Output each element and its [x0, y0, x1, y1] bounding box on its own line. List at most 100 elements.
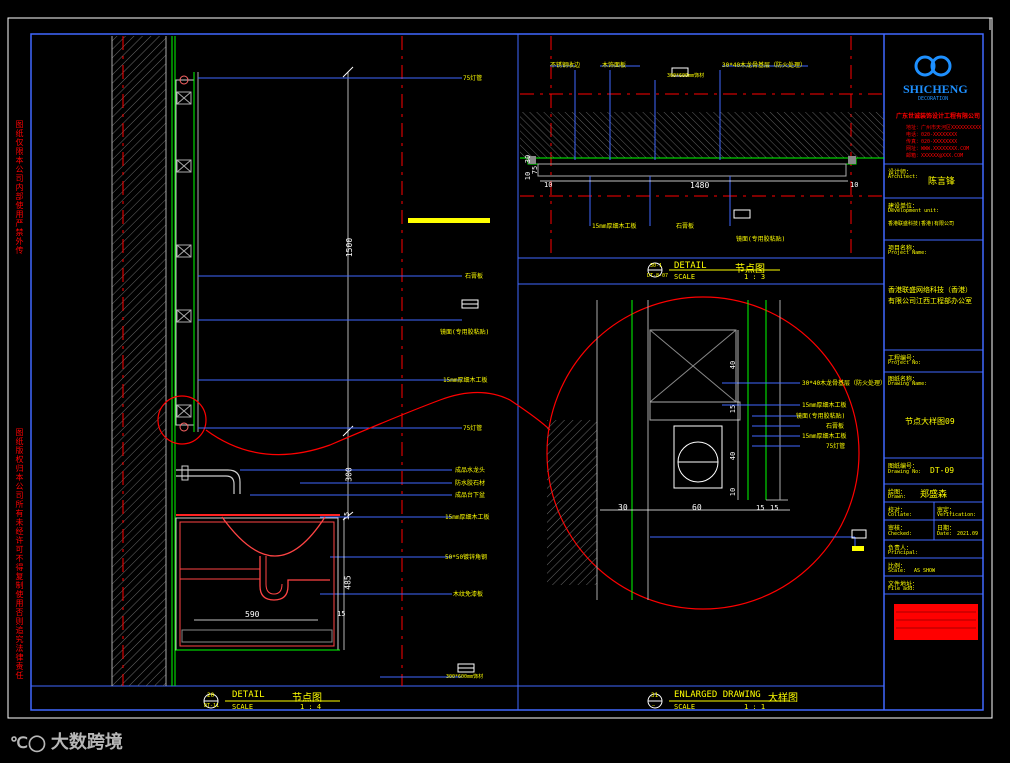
label-mirror: 镜面(专用胶粘贴) [440, 329, 490, 336]
label-plywood-top: 15mm厚细木工板 [592, 223, 637, 230]
detail-left-title-cn: 节点图 [292, 693, 322, 704]
margin-note-bottom: 图纸版权归本公司所有未经许可不得复制使用否则追究法律责任 [15, 428, 24, 680]
enlarged-scale-label: SCALE [674, 703, 696, 711]
dim-300: 300 [344, 467, 354, 482]
detail-top-scale-label: SCALE [674, 273, 696, 281]
detail-left-scale-label: SCALE [232, 703, 254, 711]
detail-top-sheet: DT-8-07 [647, 273, 669, 279]
project-name-label-en: Project Name: [888, 250, 928, 256]
label-enl-keel: 30*40木龙骨基层（防火处理） [802, 380, 887, 387]
label-gypsum-top: 石膏板 [676, 223, 695, 230]
detail-left-scale-value: 1 : 4 [300, 703, 322, 711]
dim-15: 15 [343, 511, 352, 521]
address-line-5: 邮箱：XXXXXX@XXX.COM [906, 153, 964, 159]
label-enl-plywood-2: 15mm厚细木工板 [802, 433, 847, 440]
dim-30: 30 [524, 154, 533, 164]
project-no-label-en: Project No: [888, 360, 922, 366]
dev-unit-label-en: Development unit: [888, 208, 940, 214]
drawing-name-value: 节点大样图09 [905, 417, 955, 426]
label-tag-top: 300*600mm饰材 [667, 73, 705, 79]
dim-enl-30: 30 [618, 503, 628, 512]
dim-15b: 15 [337, 610, 346, 618]
label-lamp-top: 75灯管 [463, 75, 483, 82]
enlarged-sheet: — [652, 703, 656, 709]
dim-enl-10: 10 [729, 487, 738, 497]
dim-485: 485 [343, 575, 353, 590]
label-steel-edge: 不锈钢收边 [550, 62, 581, 69]
red-stamp-block [894, 604, 978, 640]
callout-connector [205, 391, 551, 456]
label-tag-300x600: 300*600mm饰材 [446, 674, 484, 680]
collate-label-en: Collate: [888, 512, 913, 518]
dim-590: 590 [245, 610, 260, 619]
margin-note-top: 图纸仅限本公司内部使用严禁外传 [15, 120, 24, 255]
enlarged-title-en: ENLARGED DRAWING [674, 690, 761, 700]
detail-top-scale-value: 1 : 3 [744, 273, 766, 281]
drawn-label-en: Drawn: [888, 494, 907, 500]
address-line-4: 网址：WWW.XXXXXXXX.COM [906, 146, 970, 152]
label-wood-board: 木纹免漆板 [453, 591, 484, 598]
drawing-no-value: DT-09 [930, 466, 955, 475]
dim-enl-40b: 40 [729, 451, 738, 461]
label-plywood-2: 15mm厚细木工板 [445, 514, 490, 521]
verify-label-en: Verification: [937, 512, 977, 518]
cad-drawing-viewport: 图纸仅限本公司内部使用严禁外传 图纸版权归本公司所有未经许可不得复制使用否则追究… [0, 0, 1010, 759]
dim-1480: 1480 [690, 181, 710, 190]
yellow-marker-bar [408, 218, 490, 223]
dim-10-right: 10 [850, 181, 859, 189]
label-enl-plywood: 15mm厚细木工板 [802, 402, 847, 409]
dim-enl-15: 15 [729, 404, 738, 414]
detail-top-title-en: DETAIL [674, 261, 707, 271]
label-keel: 30*40木龙骨基层（防火处理） [722, 62, 807, 69]
label-angle-steel: 50*50镀锌角钢 [445, 554, 488, 561]
label-enl-lamp: 75灯管 [826, 443, 846, 450]
date-value: 2021.09 [957, 531, 979, 537]
watermark-icon: ℃◯ [10, 735, 46, 752]
drawing-name-label-en: Drawing Name: [888, 381, 928, 387]
dim-enl-40a: 40 [729, 360, 738, 370]
designer-label-en: Architect: [888, 174, 919, 180]
scale-value: AS SHOW [914, 568, 936, 574]
detail-left-title-en: DETAIL [232, 690, 265, 700]
label-enl-mirror: 镜面(专用胶粘贴) [796, 413, 846, 420]
label-enl-gypsum: 石膏板 [826, 423, 845, 430]
checked-label-en: Checked: [888, 531, 913, 537]
company-name-red: 广东世诚装饰设计工程有限公司 [896, 113, 981, 120]
label-faucet: 成品水龙头 [455, 467, 486, 474]
dim-10-left: 10 [544, 181, 553, 189]
enlarged-number: 31 [651, 692, 659, 699]
dim-enl-60: 60 [692, 503, 702, 512]
wall-hatch [112, 36, 166, 686]
dim-10-v: 10 [524, 171, 533, 181]
label-gypsum: 石膏板 [465, 273, 484, 280]
watermark-logo: ℃◯ 大数跨境 [10, 728, 123, 754]
dim-1500: 1500 [345, 237, 355, 258]
designer-value: 陈言锋 [928, 177, 956, 187]
dim-75: 75 [531, 165, 540, 175]
logo-subtext: DECORATION [918, 96, 949, 102]
enlarged-scale-value: 1 : 1 [744, 703, 766, 711]
label-plywood: 15mm厚细木工板 [443, 377, 488, 384]
detail-left-number: 20 [207, 692, 215, 699]
file-label-en: File add: [888, 586, 916, 592]
label-mirror-top: 镜面(专用胶粘贴) [736, 236, 786, 243]
scale-label-en: Scale: [888, 568, 907, 574]
company-logo-icon [914, 55, 952, 77]
principal-label-en: Principal: [888, 550, 919, 556]
drawn-value: 郑盛森 [920, 490, 948, 500]
dev-unit-value: 香港联盛科技(香港)有限公司 [888, 221, 955, 227]
enlarged-title-cn: 大样图 [768, 693, 798, 704]
project-name-value-2: 有限公司江西工程部办公室 [888, 297, 972, 305]
label-lamp-bottom: 75灯管 [463, 425, 483, 432]
project-name-value-1: 香港联盛网络科技（香港） [888, 286, 972, 294]
watermark-text: 大数跨境 [50, 732, 123, 752]
address-line-2: 电话：020-XXXXXXXX [906, 132, 958, 138]
label-basin: 成品台下盆 [455, 492, 486, 499]
drawing-no-label-en: Drawing No: [888, 469, 922, 475]
date-label-en: Date: [937, 531, 953, 537]
logo-text: SHICHENG [903, 82, 968, 96]
address-line-1: 地址：广州市天河区XXXXXXXXXX [906, 125, 982, 131]
address-line-3: 传真：020-XXXXXXXX [906, 139, 958, 145]
detail-left-sheet: DT-11 [204, 703, 220, 709]
dim-enl-15b: 15 [770, 504, 779, 512]
